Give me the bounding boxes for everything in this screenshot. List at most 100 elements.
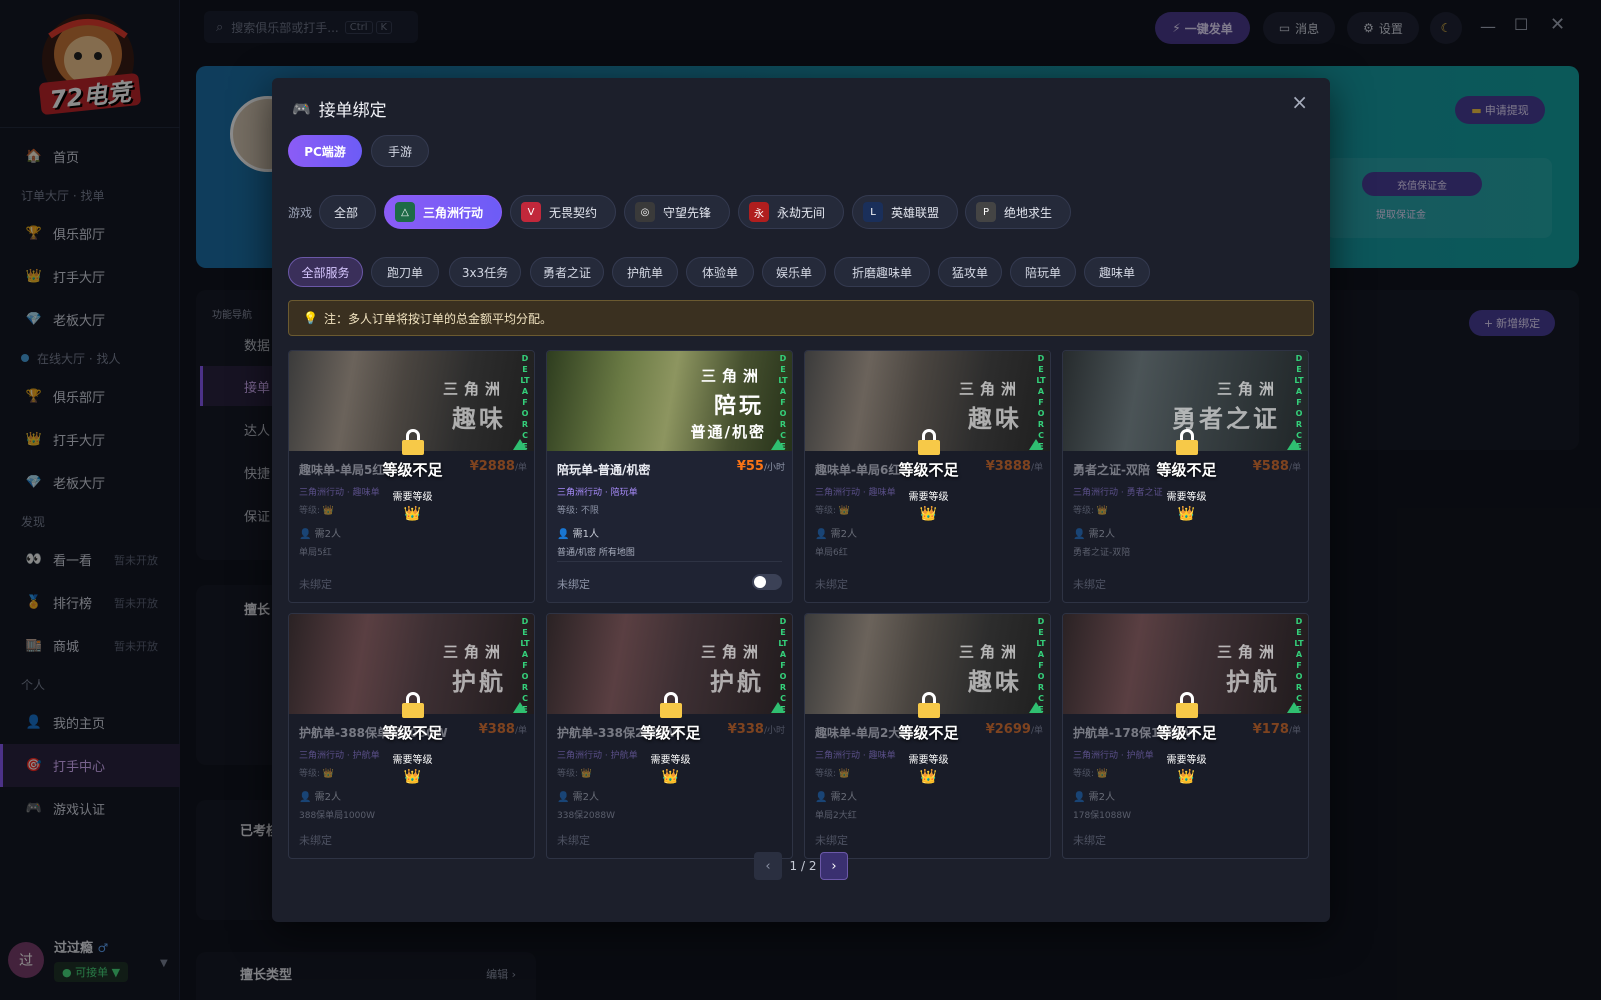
game-chip-label: 无畏契约 (549, 205, 598, 220)
lock-icon (401, 429, 424, 455)
crown-icon: 👑 (1177, 769, 1196, 785)
game-chip-pubg[interactable]: P 绝地求生 (965, 195, 1071, 229)
close-icon[interactable]: × (1291, 90, 1308, 114)
person-icon: 👤 (815, 792, 831, 803)
banner-game-title: 三角洲 (958, 643, 1022, 661)
service-chip[interactable]: 体验单 (686, 257, 754, 287)
card-description: 单局6红 (815, 548, 848, 558)
service-chip[interactable]: 勇者之证 (530, 257, 604, 287)
banner-game-title: 三角洲 (442, 643, 506, 661)
service-chip[interactable]: 陪玩单 (1010, 257, 1076, 287)
bind-toggle[interactable] (752, 574, 782, 590)
order-card[interactable]: 三角洲 趣味 DELTAFORCE 趣味单-单局6红 ¥3888/单 三角洲行动 · 趣味… (804, 350, 1051, 603)
service-chip[interactable]: 折磨趣味单 (834, 257, 930, 287)
game-chip-label: 永劫无间 (777, 205, 826, 220)
order-card[interactable]: 三角洲 陪玩 普通/机密 DELTAFORCE 陪玩单-普通/机密 ¥55/小时 三角洲行动… (546, 350, 793, 603)
person-icon: 👤 (299, 529, 315, 540)
crown-icon: 👑 (919, 506, 938, 522)
page-indicator: 1 / 2 (789, 859, 817, 873)
lock-title: 等级不足 (1156, 461, 1217, 479)
lock-icon (917, 692, 940, 718)
service-chip[interactable]: 猛攻单 (938, 257, 1002, 287)
banner-game-title: 三角洲 (700, 367, 764, 385)
app-window: 72电竞 🏠 首页 订单大厅 · 找单 🏆 俱乐部厅 👑 打手大厅 💎 老板大厅 在线大厅 · 找… (0, 0, 1601, 1000)
people-count: 需2人 (830, 529, 858, 540)
lock-overlay: 等级不足 需要等级 👑 (289, 692, 534, 792)
game-chip-all[interactable]: 全部 (319, 195, 376, 229)
lock-overlay: 等级不足需要等级 👑 (805, 429, 1050, 529)
lock-subtitle: 需要等级 (650, 755, 691, 766)
delta-force-logo-icon (771, 439, 785, 450)
lock-title: 等级不足 (898, 724, 959, 742)
lock-overlay: 等级不足 需要等级 👑 (547, 692, 792, 792)
lock-title: 等级不足 (898, 461, 959, 479)
lock-subtitle: 需要等级 (1166, 492, 1207, 503)
order-card[interactable]: 三角洲 护航 DELTAFORCE 护航单-338保2088W ¥338/小时 三角洲行动… (546, 613, 793, 859)
lock-subtitle: 需要等级 (908, 492, 949, 503)
lock-icon (917, 429, 940, 455)
order-card[interactable]: 三角洲 护航 DELTAFORCE 护航单-388保单局1000W ¥388/单 三角洲行… (288, 613, 535, 859)
lock-subtitle: 需要等级 (908, 755, 949, 766)
price-unit: /小时 (763, 463, 785, 473)
next-page-button[interactable]: › (820, 852, 848, 880)
game-logo-icon: 永 (749, 202, 769, 222)
lock-title: 等级不足 (1156, 724, 1217, 742)
order-card[interactable]: 三角洲 护航 DELTAFORCE 护航单-178保1088W ¥178/单 三角洲行动 … (1062, 613, 1309, 859)
lock-overlay: 等级不足需要等级 👑 (805, 692, 1050, 792)
people-count: 需2人 (830, 792, 858, 803)
crown-icon: 👑 (403, 769, 422, 785)
tab-mobile-games[interactable]: 手游 (371, 135, 429, 167)
lock-icon (659, 692, 682, 718)
card-level: 等级: 不限 (557, 506, 599, 516)
card-price: ¥55/小时 (737, 459, 785, 474)
service-chip[interactable]: 全部服务 (288, 257, 363, 287)
game-label: 游戏 (288, 206, 313, 220)
lock-overlay: 等级不足 需要等级 👑 (289, 429, 534, 529)
prev-page-button[interactable]: ‹ (754, 852, 782, 880)
card-description: 单局2大红 (815, 811, 857, 821)
people-count: 需2人 (1088, 792, 1116, 803)
banner-brand-text: DELTAFORCE (778, 354, 788, 451)
lock-subtitle: 需要等级 (392, 492, 433, 503)
game-chip-label: 三角洲行动 (423, 205, 484, 220)
card-description: 338保2088W (557, 811, 615, 821)
game-chip-lol[interactable]: L 英雄联盟 (852, 195, 958, 229)
card-description: 178保1088W (1073, 811, 1131, 821)
game-chip-overwatch[interactable]: ◎ 守望先锋 (624, 195, 730, 229)
service-chip[interactable]: 3x3任务 (449, 257, 521, 287)
price-value: ¥55 (736, 459, 764, 474)
game-chip-valorant[interactable]: V 无畏契约 (510, 195, 616, 229)
crown-icon: 👑 (919, 769, 938, 785)
person-icon: 👤 (1073, 529, 1089, 540)
banner-game-title: 三角洲 (442, 380, 506, 398)
banner-game-title: 三角洲 (958, 380, 1022, 398)
card-description: 单局5红 (299, 548, 332, 558)
bind-status: 未绑定 (815, 834, 848, 847)
person-icon: 👤 (1073, 792, 1089, 803)
order-card[interactable]: 三角洲 趣味 DELTAFORCE 趣味单-单局5红 ¥2888/单 三角洲行动 · 趣味… (288, 350, 535, 603)
bind-status: 未绑定 (1073, 578, 1106, 591)
game-chip-naraka[interactable]: 永永劫无间 (738, 195, 844, 229)
game-logo-icon: V (521, 202, 541, 222)
person-icon: 👤 (557, 792, 573, 803)
service-chip[interactable]: 护航单 (612, 257, 678, 287)
banner-game-title: 三角洲 (1216, 643, 1280, 661)
lock-title: 等级不足 (640, 724, 701, 742)
people-count: 需2人 (314, 529, 342, 540)
bind-status: 未绑定 (1073, 834, 1106, 847)
person-icon: 👤 (557, 529, 573, 540)
order-card[interactable]: 三角洲 趣味 DELTAFORCE 趣味单-单局2大红 ¥2699/单 三角洲行动 · 趣… (804, 613, 1051, 859)
person-icon: 👤 (815, 529, 831, 540)
lock-title: 等级不足 (382, 724, 443, 742)
service-chip[interactable]: 娱乐单 (762, 257, 826, 287)
order-card[interactable]: 三角洲 勇者之证 DELTAFORCE 勇者之证-双陪 ¥588/单 三角洲行动 · 勇者… (1062, 350, 1309, 603)
service-chip[interactable]: 跑刀单 (371, 257, 439, 287)
service-chip[interactable]: 趣味单 (1084, 257, 1150, 287)
game-chip-delta-force[interactable]: △ 三角洲行动 (384, 195, 502, 229)
bind-status: 未绑定 (299, 578, 332, 591)
tab-pc-games[interactable]: PC端游 (288, 135, 362, 167)
lightbulb-icon: 💡 (303, 311, 318, 325)
card-divider (557, 561, 782, 562)
game-chip-label: 绝地求生 (1004, 205, 1053, 220)
note-text: 注：多人订单将按订单的总金额平均分配。 (323, 311, 552, 326)
